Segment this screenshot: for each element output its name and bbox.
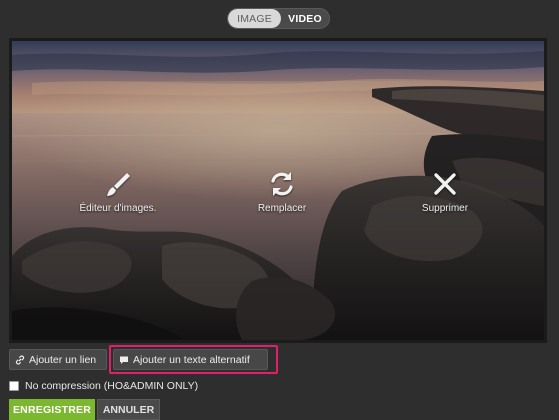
add-alt-text-button[interactable]: Ajouter un texte alternatif — [113, 349, 268, 370]
toggle-image-option[interactable]: IMAGE — [228, 9, 281, 28]
add-link-button[interactable]: Ajouter un lien — [9, 349, 107, 370]
no-compression-label: No compression (HO&ADMIN ONLY) — [25, 380, 199, 392]
no-compression-checkbox[interactable] — [9, 381, 19, 391]
no-compression-option[interactable]: No compression (HO&ADMIN ONLY) — [9, 380, 198, 392]
media-type-toggle: IMAGE VIDEO — [227, 8, 330, 29]
comment-icon — [120, 356, 128, 364]
replace-action[interactable]: Remplacer — [242, 169, 322, 214]
toggle-video-option[interactable]: VIDEO — [281, 9, 329, 28]
image-editor-action[interactable]: Éditeur d'images. — [72, 169, 164, 214]
image-preview: Éditeur d'images. Remplacer Supprimer — [9, 38, 547, 343]
link-icon — [15, 354, 25, 365]
image-editor-label: Éditeur d'images. — [79, 203, 157, 214]
replace-label: Remplacer — [257, 203, 307, 214]
media-editor-panel: IMAGE VIDEO Éditeur d'images. Remplacer … — [0, 0, 559, 420]
refresh-icon — [271, 172, 293, 196]
add-alt-text-label: Ajouter un texte alternatif — [133, 353, 250, 366]
delete-action[interactable]: Supprimer — [406, 169, 484, 214]
add-link-label: Ajouter un lien — [29, 353, 97, 366]
close-icon — [434, 173, 456, 195]
save-button[interactable]: ENREGISTRER — [9, 399, 95, 420]
brush-icon — [107, 173, 130, 196]
delete-label: Supprimer — [421, 203, 469, 214]
cancel-button[interactable]: ANNULER — [97, 399, 160, 420]
